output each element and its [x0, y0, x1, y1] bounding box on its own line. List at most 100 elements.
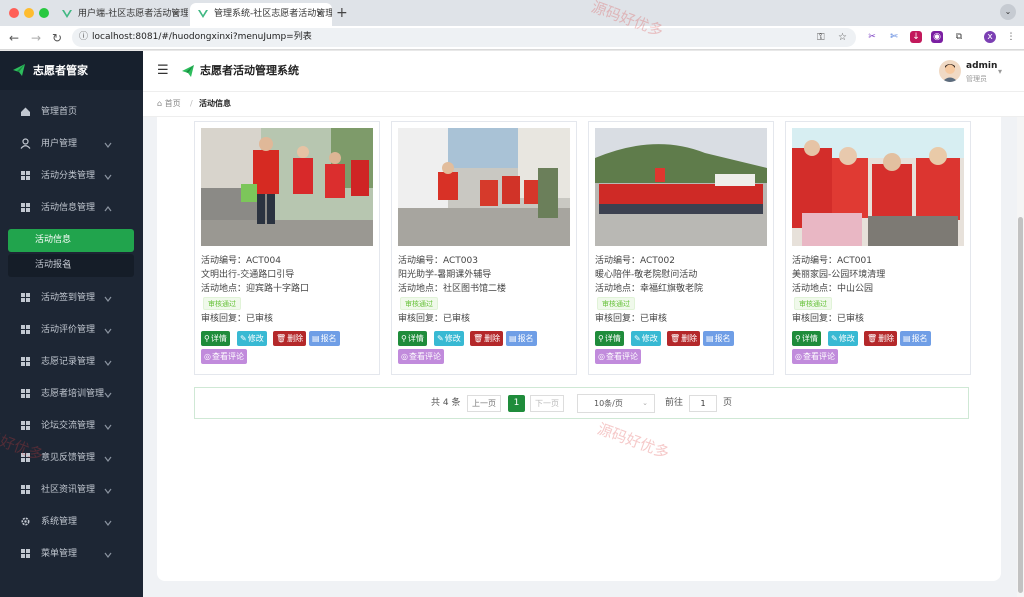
- extension-tool-icon[interactable]: ✄: [888, 31, 900, 43]
- signup-button[interactable]: ▤报名: [309, 331, 340, 346]
- view-comments-button[interactable]: ◎查看评论: [201, 349, 247, 364]
- detail-button[interactable]: ⚲详情: [201, 331, 230, 346]
- minimize-window-button[interactable]: [24, 8, 34, 18]
- form-icon: ▤: [312, 334, 320, 343]
- grid-icon: [21, 485, 30, 494]
- search-icon: ⚲: [598, 334, 604, 343]
- sidebar-item[interactable]: 菜单管理: [0, 538, 143, 570]
- activity-card: 活动编号：ACT002 暖心陪伴-敬老院慰问活动 活动地点：幸福红旗敬老院 审核通过审…: [588, 121, 774, 375]
- signup-button[interactable]: ▤报名: [900, 331, 931, 346]
- browser-tab-admin[interactable]: 管理系统-社区志愿者活动管理系统 ✕: [190, 3, 332, 26]
- activity-photo[interactable]: [201, 128, 373, 246]
- sidebar-item[interactable]: 用户管理: [0, 128, 143, 160]
- activity-card: 活动编号：ACT003 阳光助学-暑期课外辅导 活动地点：社区图书馆二楼 审核通过 审核…: [391, 121, 577, 375]
- paper-plane-icon: [13, 64, 25, 76]
- sidebar-item[interactable]: 活动分类管理: [0, 160, 143, 192]
- edit-icon: ✎: [240, 334, 247, 343]
- browser-tab-user[interactable]: 用户端-社区志愿者活动管理系统 ✕: [54, 3, 188, 26]
- user-role: 管理员: [966, 75, 987, 83]
- scrollbar-thumb[interactable]: [1018, 217, 1023, 593]
- view-comments-button[interactable]: ◎查看评论: [792, 349, 838, 364]
- menu-toggle-icon[interactable]: ☰: [157, 64, 169, 78]
- page-size-select[interactable]: 10条/页 ⌄: [577, 394, 655, 413]
- new-tab-button[interactable]: +: [336, 3, 348, 23]
- edit-button[interactable]: ✎修改: [828, 331, 858, 346]
- delete-button[interactable]: 🗑删除: [667, 331, 701, 346]
- activity-photo[interactable]: [595, 128, 767, 246]
- detail-button[interactable]: ⚲详情: [398, 331, 427, 346]
- button-label: 查看评论: [408, 352, 441, 361]
- more-menu-icon[interactable]: ⋮: [1005, 31, 1017, 43]
- avatar[interactable]: [939, 60, 961, 82]
- back-icon[interactable]: ←: [9, 30, 19, 46]
- breadcrumb-home[interactable]: ⌂ 首页: [157, 92, 181, 116]
- close-window-button[interactable]: [9, 8, 19, 18]
- sidebar-item-label: 活动签到管理: [41, 293, 96, 303]
- goto-label: 前往: [665, 398, 684, 408]
- browser-tab-bar: 用户端-社区志愿者活动管理系统 ✕ 管理系统-社区志愿者活动管理系统 ✕ + ⌄: [0, 0, 1024, 26]
- chevron-down-icon[interactable]: ▾: [998, 67, 1002, 76]
- zoom-window-button[interactable]: [39, 8, 49, 18]
- sidebar-subitem[interactable]: 活动信息: [8, 229, 134, 252]
- forward-icon[interactable]: →: [31, 30, 41, 46]
- sidebar-subitem[interactable]: 活动报名 ☝: [8, 254, 134, 277]
- delete-button[interactable]: 🗑删除: [273, 331, 307, 346]
- sidebar-item[interactable]: 志愿者培训管理: [0, 378, 143, 410]
- close-icon[interactable]: ✕: [172, 3, 180, 26]
- sidebar-item[interactable]: 志愿记录管理: [0, 346, 143, 378]
- sidebar-item-label: 志愿记录管理: [41, 357, 96, 367]
- delete-button[interactable]: 🗑删除: [470, 331, 504, 346]
- breadcrumb-separator: /: [190, 99, 193, 108]
- view-comments-button[interactable]: ◎查看评论: [595, 349, 641, 364]
- site-info-icon[interactable]: ⓘ: [79, 32, 88, 43]
- page-size-value: 10条/页: [594, 399, 623, 408]
- edit-button[interactable]: ✎修改: [631, 331, 661, 346]
- chevron-up-icon: [104, 206, 112, 212]
- close-icon[interactable]: ✕: [316, 3, 324, 26]
- comment-icon: ◎: [795, 352, 802, 361]
- sidebar-item[interactable]: 活动签到管理: [0, 282, 143, 314]
- button-label: 修改: [247, 334, 264, 343]
- goto-suffix: 页: [723, 398, 733, 408]
- sidebar-item[interactable]: 活动评价管理: [0, 314, 143, 346]
- sidebar: 志愿者管家 管理首页 用户管理 活动分类管理 活动信息管理 活动签到管理 活动评价管理 志愿…: [0, 51, 143, 597]
- delete-button[interactable]: 🗑删除: [864, 331, 898, 346]
- sidebar-item-label: 活动信息管理: [41, 203, 96, 213]
- sidebar-item[interactable]: 活动信息管理: [0, 192, 143, 224]
- sidebar-item[interactable]: 系统管理: [0, 506, 143, 538]
- activity-photo[interactable]: [398, 128, 570, 246]
- signup-button[interactable]: ▤报名: [703, 331, 734, 346]
- edit-button[interactable]: ✎修改: [434, 331, 464, 346]
- detail-button[interactable]: ⚲详情: [792, 331, 821, 346]
- profile-icon[interactable]: x: [984, 31, 996, 43]
- detail-button[interactable]: ⚲详情: [595, 331, 624, 346]
- chevron-down-icon[interactable]: ⌄: [1000, 4, 1016, 20]
- reload-icon[interactable]: ↻: [52, 30, 62, 46]
- chevron-down-icon: [104, 142, 112, 148]
- grid-icon: [21, 357, 30, 366]
- sidebar-item[interactable]: 社区资讯管理: [0, 474, 143, 506]
- sidebar-item-label: 用户管理: [41, 139, 78, 149]
- extension-download-icon[interactable]: ↓: [910, 31, 922, 43]
- goto-page-input[interactable]: 1: [689, 395, 717, 412]
- url-text: localhost:8081/#/huodongxinxi?menuJump=列…: [92, 32, 312, 42]
- page-number-1[interactable]: 1: [508, 395, 525, 412]
- extension-camera-icon[interactable]: ◉: [931, 31, 943, 43]
- sidebar-item[interactable]: 管理首页: [0, 96, 143, 128]
- url-field[interactable]: ⓘ localhost:8081/#/huodongxinxi?menuJump…: [72, 28, 856, 47]
- next-page-button[interactable]: 下一页: [530, 395, 564, 412]
- extension-scissors-icon[interactable]: ✂: [866, 31, 878, 43]
- status-badge: 审核通过: [203, 297, 241, 310]
- key-icon[interactable]: ⚿: [817, 28, 825, 47]
- username[interactable]: admin: [966, 61, 997, 71]
- view-comments-button[interactable]: ◎查看评论: [398, 349, 444, 364]
- form-icon: ▤: [903, 334, 911, 343]
- prev-page-button[interactable]: 上一页: [467, 395, 501, 412]
- extensions-puzzle-icon[interactable]: ⧉: [953, 31, 965, 43]
- status-badge: 审核通过: [794, 297, 832, 310]
- sidebar-item-label: 活动评价管理: [41, 325, 96, 335]
- star-icon[interactable]: ☆: [838, 28, 847, 47]
- activity-photo[interactable]: [792, 128, 964, 246]
- edit-button[interactable]: ✎修改: [237, 331, 267, 346]
- signup-button[interactable]: ▤报名: [506, 331, 537, 346]
